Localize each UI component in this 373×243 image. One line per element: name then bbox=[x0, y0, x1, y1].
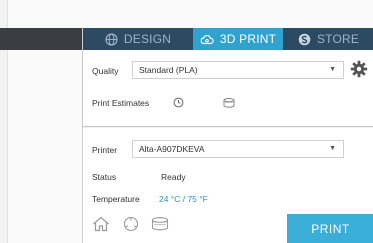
filament-icon[interactable] bbox=[151, 217, 169, 231]
globe-icon bbox=[105, 32, 118, 46]
printer-label: Printer bbox=[92, 145, 118, 155]
store-icon bbox=[298, 33, 311, 46]
print-estimates-label: Print Estimates bbox=[92, 98, 150, 108]
tab-3d-print[interactable]: 3D PRINT bbox=[193, 28, 283, 50]
chevron-down-icon: ▼ bbox=[329, 66, 336, 73]
top-tabs: DESIGN 3D PRINT STORE bbox=[83, 28, 373, 50]
temperature-value: 24 °C / 75 °F bbox=[159, 194, 208, 204]
quality-select[interactable]: Standard (PLA) ▼ bbox=[132, 61, 344, 79]
print-settings-section: Quality Standard (PLA) ▼ Print Estimates bbox=[83, 50, 373, 127]
build-plate-icon[interactable] bbox=[123, 216, 139, 232]
status-value: Ready bbox=[161, 172, 186, 182]
gear-icon[interactable] bbox=[350, 60, 368, 78]
tab-design[interactable]: DESIGN bbox=[83, 28, 193, 50]
tab-3d-print-label: 3D PRINT bbox=[219, 32, 277, 46]
chevron-down-icon: ▼ bbox=[329, 145, 336, 152]
cloud-print-icon bbox=[200, 33, 214, 46]
printer-select-value: Alta-A907DKEVA bbox=[139, 144, 205, 154]
tab-design-label: DESIGN bbox=[123, 32, 172, 46]
canvas-toolbar-strip bbox=[0, 28, 83, 50]
quality-label: Quality bbox=[92, 66, 119, 76]
home-icon[interactable] bbox=[92, 216, 110, 232]
tab-store[interactable]: STORE bbox=[283, 28, 373, 50]
spool-icon bbox=[223, 98, 235, 108]
quality-select-value: Standard (PLA) bbox=[139, 65, 198, 75]
print-panel: DESIGN 3D PRINT STORE Quality Standard (… bbox=[82, 28, 373, 243]
temperature-label: Temperature bbox=[92, 194, 140, 204]
printer-select[interactable]: Alta-A907DKEVA ▼ bbox=[132, 140, 344, 158]
clock-icon bbox=[173, 97, 184, 108]
tab-store-label: STORE bbox=[316, 32, 360, 46]
status-label: Status bbox=[92, 172, 117, 182]
print-button[interactable]: PRINT bbox=[287, 214, 373, 243]
